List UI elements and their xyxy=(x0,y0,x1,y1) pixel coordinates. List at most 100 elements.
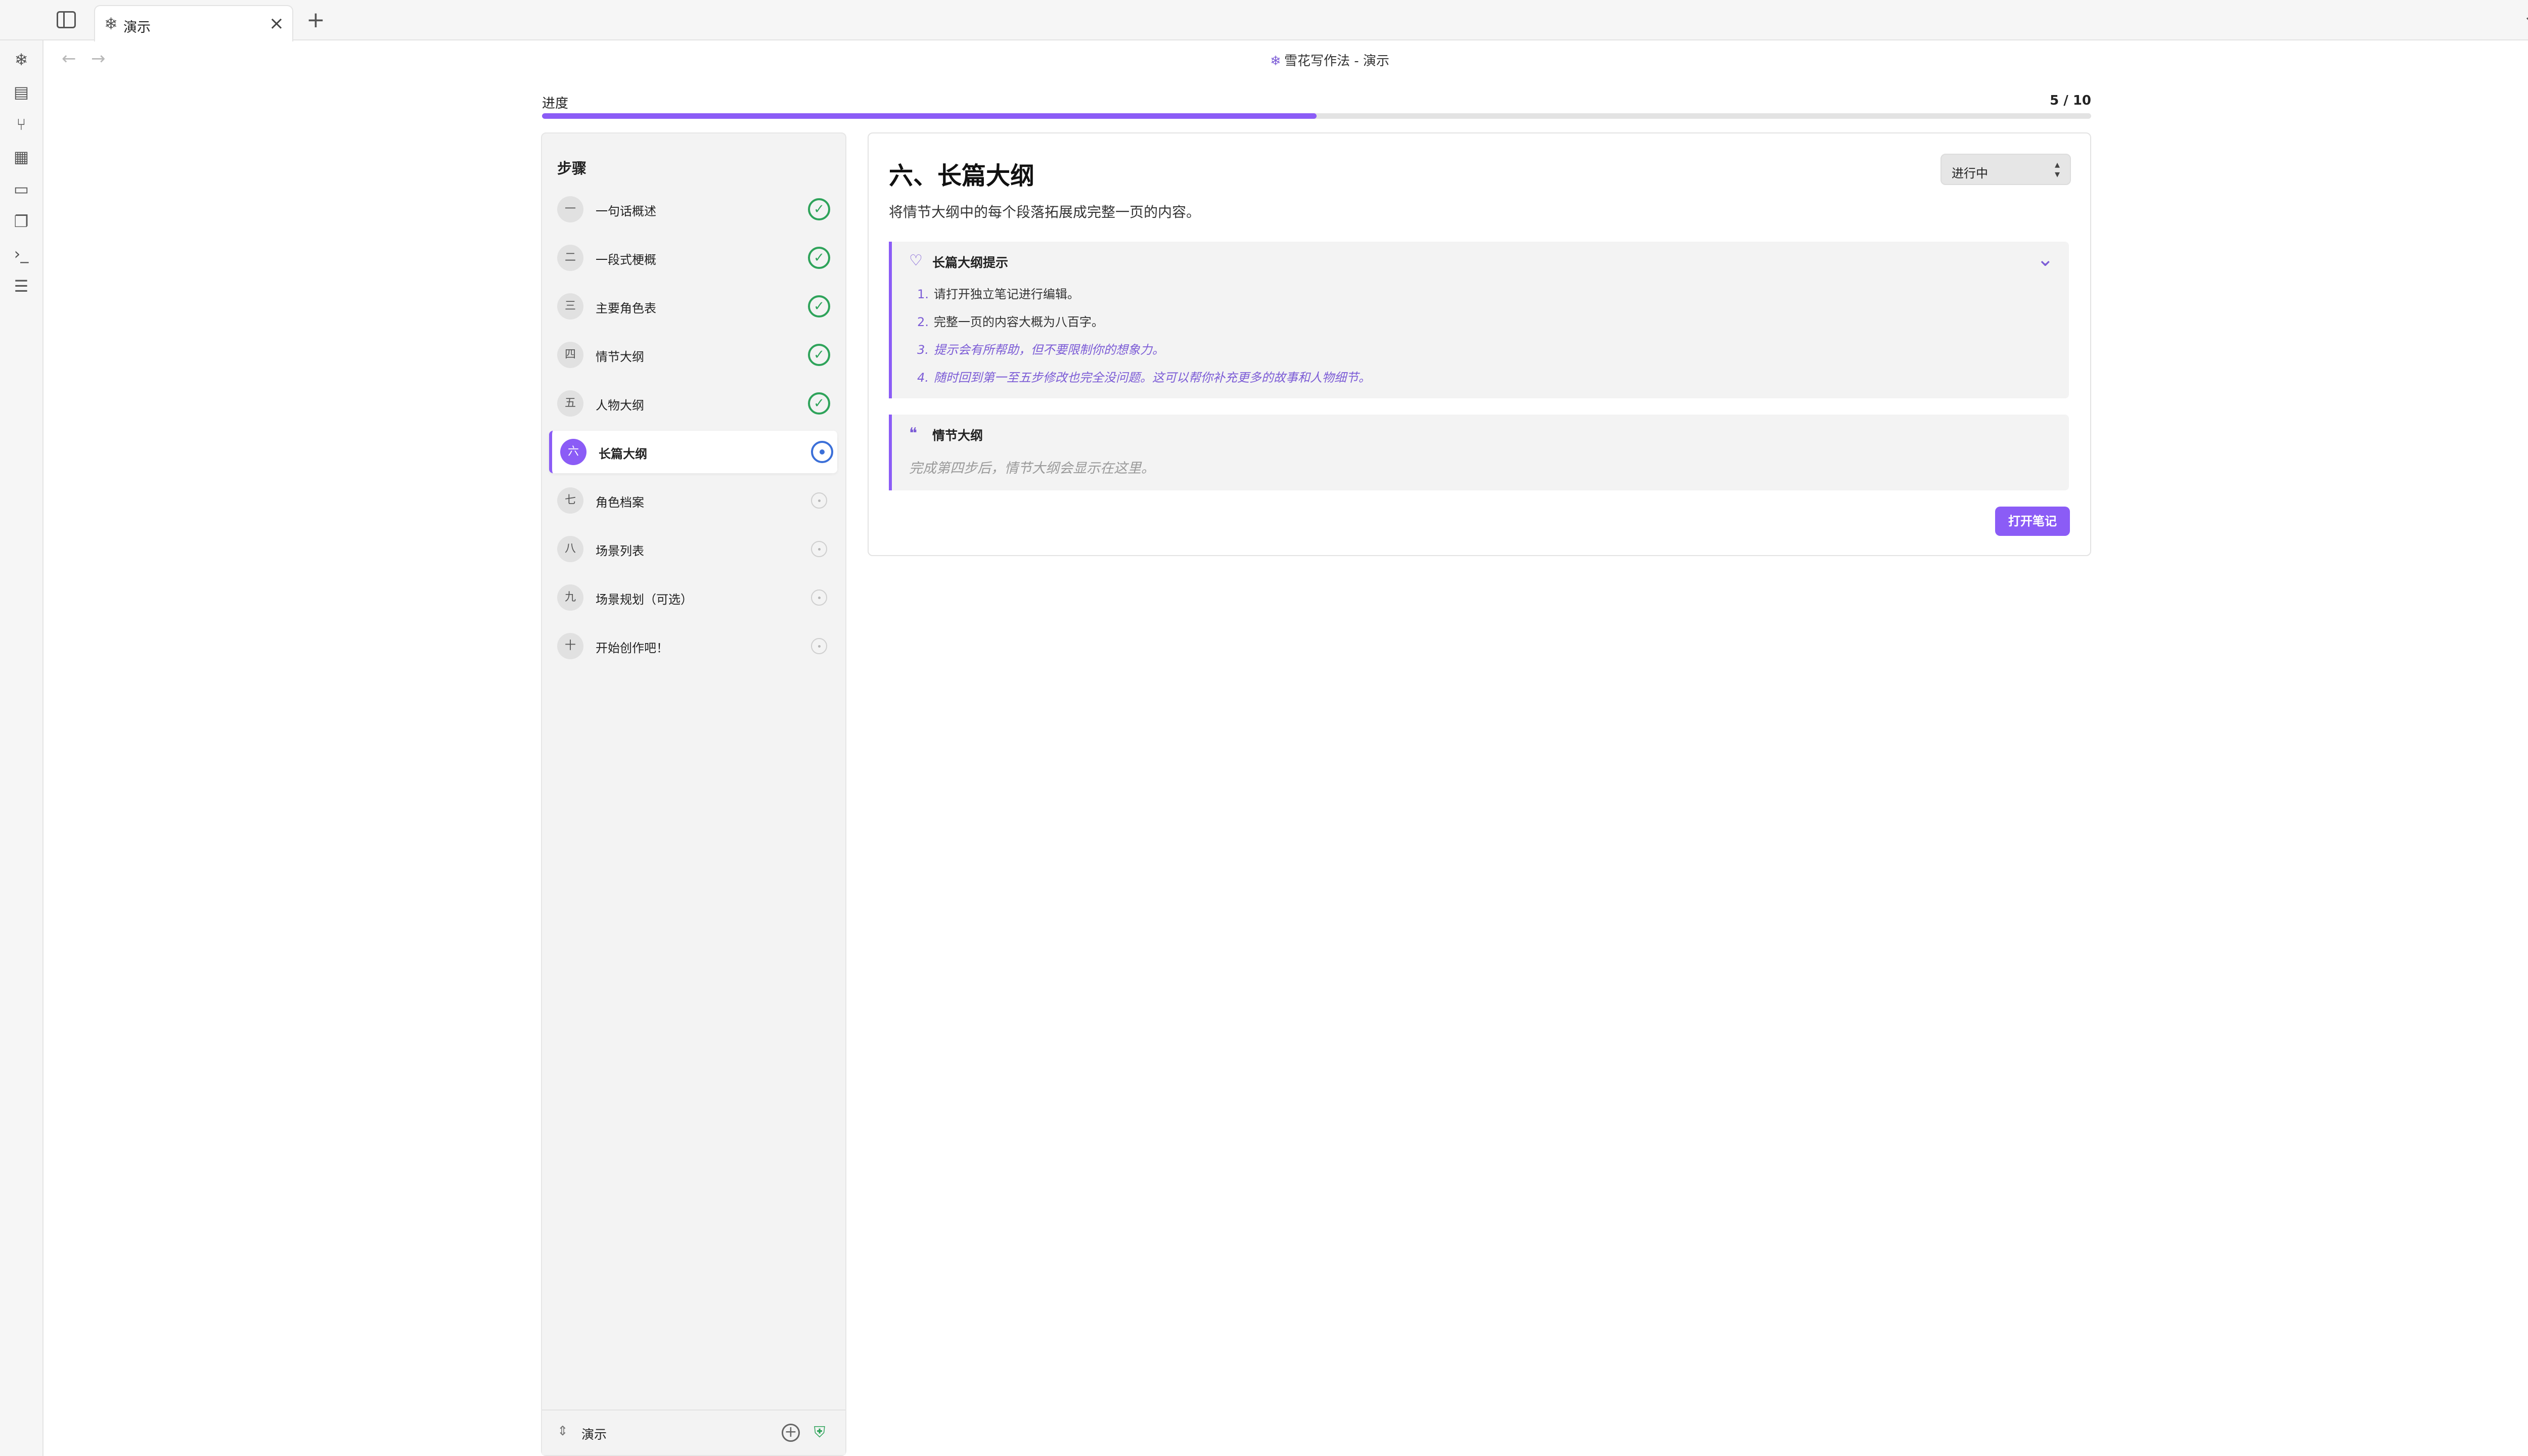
lightbulb-icon: ♡ xyxy=(909,252,923,269)
tip-number: 3. xyxy=(917,343,929,357)
add-icon[interactable]: + xyxy=(782,1424,800,1442)
plot-title: 情节大纲 xyxy=(932,428,983,443)
back-arrow-icon[interactable]: ← xyxy=(62,49,76,69)
grid-icon[interactable]: ▦ xyxy=(11,147,31,167)
progress-label: 进度 xyxy=(542,96,569,111)
new-tab-icon[interactable]: + xyxy=(306,7,325,33)
step-number: 三 xyxy=(557,293,583,320)
step-item[interactable]: 九场景规划（可选） xyxy=(549,576,837,619)
open-note-button[interactable]: 打开笔记 xyxy=(1995,507,2070,536)
step-label: 开始创作吧！ xyxy=(596,641,668,655)
pending-circle-icon xyxy=(811,492,827,509)
step-label: 一句话概述 xyxy=(596,204,656,218)
tip-item: 1. 请打开独立笔记进行编辑。 xyxy=(917,284,1079,302)
step-label: 场景规划（可选） xyxy=(596,593,693,607)
tips-title: 长篇大纲提示 xyxy=(932,255,1009,270)
snowflake-icon: ❄ xyxy=(104,14,118,33)
tip-text: 提示会有所帮助，但不要限制你的想象力。 xyxy=(933,343,1164,357)
step-number: 十 xyxy=(557,633,583,659)
step-detail-card: 六、长篇大纲 进行中 ▴ ▾ 将情节大纲中的每个段落拓展成完整一页的内容。 ♡ 长… xyxy=(868,132,2091,556)
progress-count: 5 / 10 xyxy=(2050,93,2091,108)
snowflake-icon[interactable]: ❄ xyxy=(11,50,31,70)
current-circle-icon xyxy=(811,441,833,463)
step-label: 情节大纲 xyxy=(596,350,644,364)
pending-circle-icon xyxy=(811,541,827,557)
step-item[interactable]: 六长篇大纲 xyxy=(549,431,837,473)
tip-item: 3. 提示会有所帮助，但不要限制你的想象力。 xyxy=(917,340,1164,357)
check-circle-icon: ✓ xyxy=(808,392,830,415)
snowflake-icon: ❄ xyxy=(1270,54,1281,69)
check-circle-icon: ✓ xyxy=(808,247,830,269)
step-item[interactable]: 十开始创作吧！ xyxy=(549,625,837,667)
step-item[interactable]: 三主要角色表 ✓ xyxy=(549,285,837,328)
step-label: 主要角色表 xyxy=(596,301,656,315)
tips-callout: ♡ 长篇大纲提示 ⌄ 1. 请打开独立笔记进行编辑。 2. 完整一页的内容大概为八百字… xyxy=(889,242,2069,398)
calendar-icon[interactable]: ▭ xyxy=(11,179,31,199)
chevron-updown-icon[interactable]: ⇕ xyxy=(557,1424,568,1439)
tip-number: 2. xyxy=(917,315,929,329)
progress-fill xyxy=(542,113,1317,119)
step-item[interactable]: 八场景列表 xyxy=(549,528,837,570)
status-select[interactable]: 进行中 ▴ ▾ xyxy=(1940,154,2071,185)
step-label: 长篇大纲 xyxy=(599,447,647,461)
status-value: 进行中 xyxy=(1952,166,1988,180)
page-title: 雪花写作法 - 演示 xyxy=(1284,54,1389,69)
select-arrows-icon: ▴ ▾ xyxy=(2054,158,2060,180)
step-item[interactable]: 七角色档案 xyxy=(549,479,837,522)
graph-icon[interactable]: ⑂ xyxy=(11,114,31,134)
forward-arrow-icon[interactable]: → xyxy=(91,49,106,69)
terminal-icon[interactable]: ›_ xyxy=(11,244,31,264)
pending-circle-icon xyxy=(811,589,827,606)
chevron-down-icon[interactable]: ⌄ xyxy=(2037,248,2054,271)
progress-bar xyxy=(542,113,2091,119)
check-circle-icon: ✓ xyxy=(808,344,830,366)
steps-title: 步骤 xyxy=(557,160,587,177)
step-number: 七 xyxy=(557,487,583,514)
pending-circle-icon xyxy=(811,638,827,654)
steps-panel: 步骤 一一句话概述 ✓ 二一段式梗概 ✓ 三主要角色表 ✓ 四情节大纲 ✓ 五人物大纲 ✓ 六长篇大… xyxy=(541,132,846,1456)
tip-text: 随时回到第一至五步修改也完全没问题。这可以帮你补充更多的故事和人物细节。 xyxy=(933,371,1371,385)
step-label: 场景列表 xyxy=(596,544,644,558)
step-item[interactable]: 一一句话概述 ✓ xyxy=(549,188,837,231)
step-number: 二 xyxy=(557,245,583,271)
step-label: 一段式梗概 xyxy=(596,253,656,267)
step-item[interactable]: 五人物大纲 ✓ xyxy=(549,382,837,425)
chevron-down-icon[interactable]: ⌄ xyxy=(2523,6,2528,26)
copy-icon[interactable]: ❐ xyxy=(11,211,31,232)
tip-item: 2. 完整一页的内容大概为八百字。 xyxy=(917,312,1104,330)
tip-item: 4. 随时回到第一至五步修改也完全没问题。这可以帮你补充更多的故事和人物细节。 xyxy=(917,368,1371,385)
step-number: 八 xyxy=(557,536,583,562)
tip-number: 4. xyxy=(917,371,929,385)
plot-placeholder: 完成第四步后，情节大纲会显示在这里。 xyxy=(909,461,1155,476)
step-label: 人物大纲 xyxy=(596,398,644,413)
ribbon: ❄ ▤ ⑂ ▦ ▭ ❐ ›_ ☰ xyxy=(0,40,43,1456)
step-label: 角色档案 xyxy=(596,495,644,510)
tip-text: 请打开独立笔记进行编辑。 xyxy=(933,287,1079,301)
step-description: 将情节大纲中的每个段落拓展成完整一页的内容。 xyxy=(889,204,1201,220)
file-icon[interactable]: ▤ xyxy=(11,82,31,102)
tab-bar: ❄ 演示 × + ⌄ xyxy=(0,0,2528,41)
check-circle-icon: ✓ xyxy=(808,198,830,220)
tip-text: 完整一页的内容大概为八百字。 xyxy=(933,315,1104,329)
left-sidebar-toggle-icon[interactable] xyxy=(57,11,76,28)
step-number: 九 xyxy=(557,584,583,611)
list-icon[interactable]: ☰ xyxy=(11,276,31,296)
view-header: ❄ 雪花写作法 - 演示 xyxy=(1112,51,1547,69)
step-number: 四 xyxy=(557,342,583,368)
tab-title: 演示 xyxy=(123,20,151,35)
close-icon[interactable]: × xyxy=(269,13,284,34)
project-label[interactable]: 演示 xyxy=(581,1425,607,1443)
plot-outline-callout: ❝ 情节大纲 完成第四步后，情节大纲会显示在这里。 xyxy=(889,415,2069,490)
step-number: 六 xyxy=(560,439,586,465)
step-number: 一 xyxy=(557,196,583,222)
step-number: 五 xyxy=(557,390,583,417)
quote-icon: ❝ xyxy=(909,425,918,442)
step-heading: 六、长篇大纲 xyxy=(889,162,1035,190)
tip-number: 1. xyxy=(917,287,929,301)
check-circle-icon: ✓ xyxy=(808,295,830,317)
step-item[interactable]: 四情节大纲 ✓ xyxy=(549,334,837,376)
steps-footer: ⇕ 演示 + ⛨ xyxy=(542,1409,845,1455)
step-item[interactable]: 二一段式梗概 ✓ xyxy=(549,237,837,279)
tab-demo[interactable]: ❄ 演示 × xyxy=(94,5,293,41)
shield-check-icon[interactable]: ⛨ xyxy=(811,1423,828,1443)
